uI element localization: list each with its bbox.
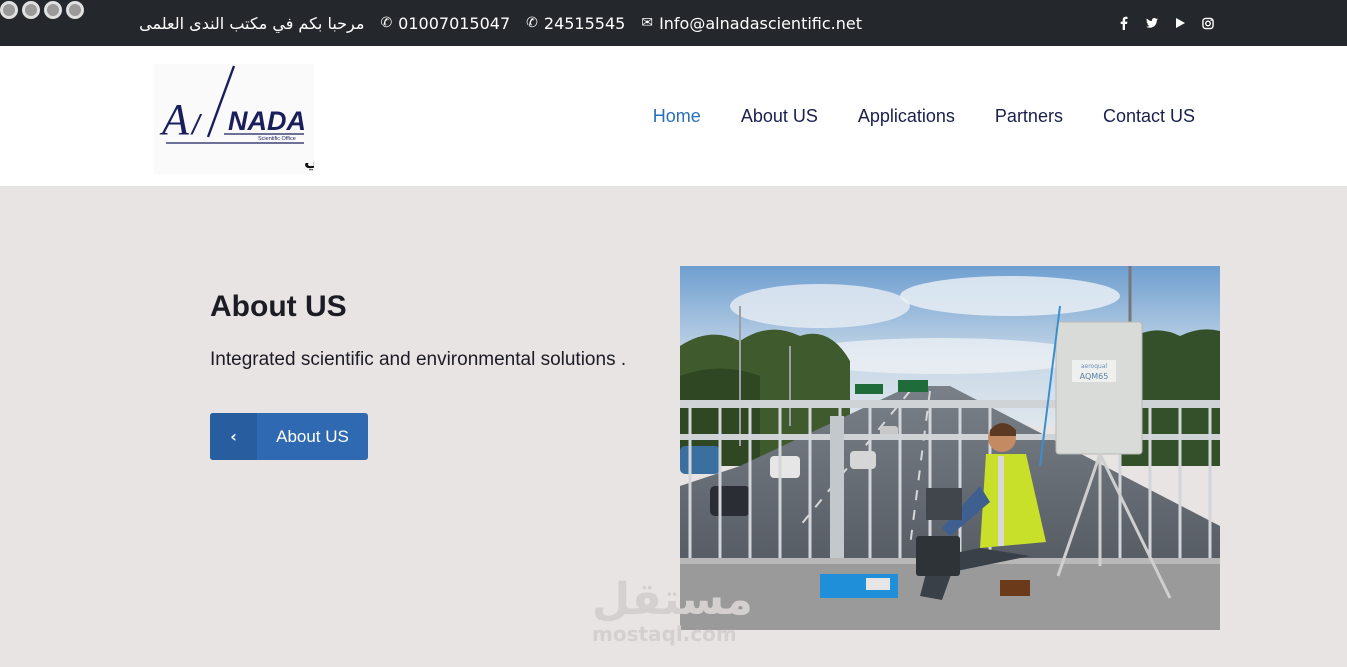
device-brand: aeroqual	[1081, 363, 1108, 370]
about-us-button-label: About US	[276, 426, 349, 446]
svg-text:NADA: NADA	[228, 106, 306, 136]
about-us-button[interactable]: ‹ About US	[210, 413, 368, 460]
window-dots	[0, 1, 84, 19]
twitter-icon[interactable]	[1146, 16, 1158, 30]
device-label: AQM65	[1080, 372, 1109, 381]
phone-1-number: 01007015047	[398, 13, 511, 33]
svg-text:/: /	[190, 109, 203, 140]
nav-contact-us[interactable]: Contact US	[1103, 106, 1195, 127]
watermark: مستقل mostaql.com	[592, 574, 753, 647]
svg-text:A: A	[159, 95, 190, 144]
youtube-icon[interactable]	[1174, 16, 1186, 30]
window-dot[interactable]	[44, 1, 62, 19]
welcome-text: مرحبا بكم في مكتب الندى العلمى	[139, 13, 365, 33]
contact-info: مرحبا بكم في مكتب الندى العلمى ✆ 0100701…	[139, 0, 862, 46]
hero-subtitle: Integrated scientific and environmental …	[210, 349, 627, 370]
top-bar: مرحبا بكم في مكتب الندى العلمى ✆ 0100701…	[0, 0, 1347, 46]
phone-icon: ✆	[380, 15, 393, 31]
hero-photo: aeroqual AQM65	[680, 266, 1220, 630]
site-logo[interactable]: A / NADA Scientific Office مكتب الندى ال…	[154, 64, 463, 174]
chevron-left-icon: ‹	[210, 413, 257, 460]
main-nav: Home About US Applications Partners Cont…	[653, 46, 1195, 186]
nav-about-us[interactable]: About US	[741, 106, 818, 127]
nav-applications[interactable]: Applications	[858, 106, 955, 127]
svg-text:Scientific Office: Scientific Office	[258, 136, 296, 142]
phone-1[interactable]: ✆ 01007015047	[380, 14, 510, 33]
instagram-icon[interactable]	[1202, 16, 1214, 30]
watermark-arabic: مستقل	[592, 574, 753, 625]
facebook-icon[interactable]	[1118, 16, 1130, 30]
window-dot[interactable]	[66, 1, 84, 19]
social-links	[1118, 0, 1214, 46]
watermark-latin: mostaql.com	[592, 622, 737, 646]
phone-icon: ✆	[526, 15, 538, 31]
svg-text:مكتب الندى العلمي: مكتب الندى العلمي	[304, 151, 314, 171]
email-address: Info@alnadascientific.net	[659, 13, 862, 33]
nav-partners[interactable]: Partners	[995, 106, 1063, 127]
window-dot[interactable]	[0, 1, 18, 19]
hero-title: About US	[210, 290, 347, 323]
envelope-icon: ✉	[641, 15, 654, 31]
window-dot[interactable]	[22, 1, 40, 19]
phone-2[interactable]: ✆ 24515545	[526, 14, 625, 33]
site-header: A / NADA Scientific Office مكتب الندى ال…	[0, 46, 1347, 186]
nav-home[interactable]: Home	[653, 106, 701, 127]
phone-2-number: 24515545	[543, 13, 626, 33]
email-link[interactable]: ✉ Info@alnadascientific.net	[641, 14, 862, 33]
